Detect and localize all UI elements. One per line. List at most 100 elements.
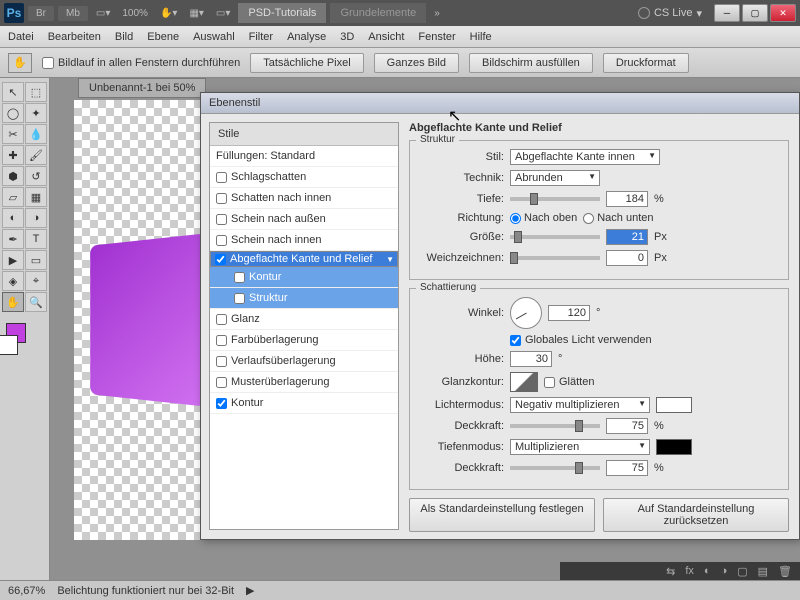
angle-dial[interactable] — [510, 297, 542, 329]
antialias-checkbox[interactable]: Glätten — [544, 376, 594, 388]
style-item[interactable]: Farbüberlagerung — [210, 330, 398, 351]
style-item[interactable]: Musterüberlagerung — [210, 372, 398, 393]
scroll-all-checkbox[interactable]: Bildlauf in allen Fenstern durchführen — [42, 57, 240, 69]
menu-ansicht[interactable]: Ansicht — [368, 31, 404, 43]
highlight-mode-select[interactable]: Negativ multiplizieren — [510, 397, 650, 413]
marquee-tool[interactable]: ⬚ — [25, 82, 47, 102]
wand-tool[interactable]: ✦ — [25, 103, 47, 123]
highlight-opacity-input[interactable]: 75 — [606, 418, 648, 434]
maximize-button[interactable]: ▢ — [742, 4, 768, 22]
adjust-icon[interactable]: ◑ — [721, 565, 728, 577]
menu-bild[interactable]: Bild — [115, 31, 133, 43]
type-tool[interactable]: T — [25, 229, 47, 249]
make-default-button[interactable]: Als Standardeinstellung festlegen — [409, 498, 595, 532]
menu-filter[interactable]: Filter — [249, 31, 273, 43]
menu-analyse[interactable]: Analyse — [287, 31, 326, 43]
fit-screen-button[interactable]: Ganzes Bild — [374, 53, 459, 73]
style-item[interactable]: Glanz — [210, 309, 398, 330]
direction-down-radio[interactable]: Nach unten — [583, 212, 653, 224]
technik-select[interactable]: Abrunden — [510, 170, 600, 186]
menu-ebene[interactable]: Ebene — [147, 31, 179, 43]
direction-up-radio[interactable]: Nach oben — [510, 212, 577, 224]
hand-icon[interactable]: ✋▾ — [156, 6, 181, 21]
arrange-icon[interactable]: ▦▾ — [185, 6, 207, 21]
actual-pixels-button[interactable]: Tatsächliche Pixel — [250, 53, 363, 73]
background-swatch[interactable] — [0, 335, 18, 355]
tiefe-slider[interactable] — [510, 197, 600, 201]
brush-tool[interactable]: 🖌 — [25, 145, 47, 165]
style-item[interactable]: Schein nach außen — [210, 209, 398, 230]
weich-input[interactable]: 0 — [606, 250, 648, 266]
menu-datei[interactable]: Datei — [8, 31, 34, 43]
trash-icon[interactable]: 🗑 — [778, 565, 792, 578]
folder-icon[interactable]: ▢ — [737, 565, 747, 578]
close-button[interactable]: ✕ — [770, 4, 796, 22]
minibridge-button[interactable]: Mb — [58, 6, 88, 21]
style-item[interactable]: Füllungen: Standard — [210, 146, 398, 167]
style-item[interactable]: Struktur — [210, 288, 398, 309]
weich-slider[interactable] — [510, 256, 600, 260]
eyedropper-tool[interactable]: 💧 — [25, 124, 47, 144]
lasso-tool[interactable]: ◯ — [2, 103, 24, 123]
menu-hilfe[interactable]: Hilfe — [470, 31, 492, 43]
style-item[interactable]: Abgeflachte Kante und Relief — [210, 251, 398, 267]
style-item[interactable]: Verlaufsüberlagerung — [210, 351, 398, 372]
workspace-tab-active[interactable]: PSD-Tutorials — [238, 3, 326, 23]
zoom-status[interactable]: 66,67% — [8, 585, 45, 597]
style-item[interactable]: Schein nach innen — [210, 230, 398, 251]
highlight-opacity-slider[interactable] — [510, 424, 600, 428]
tiefe-input[interactable]: 184 — [606, 191, 648, 207]
winkel-input[interactable]: 120 — [548, 305, 590, 321]
shadow-mode-select[interactable]: Multiplizieren — [510, 439, 650, 455]
menu-bearbeiten[interactable]: Bearbeiten — [48, 31, 101, 43]
groesse-input[interactable]: 21 — [606, 229, 648, 245]
menu-auswahl[interactable]: Auswahl — [193, 31, 235, 43]
style-item[interactable]: Kontur — [210, 393, 398, 414]
dodge-tool[interactable]: ◑ — [25, 208, 47, 228]
canvas[interactable] — [74, 100, 214, 540]
zoom-level[interactable]: 100% — [118, 6, 152, 21]
stamp-tool[interactable]: ⬢ — [2, 166, 24, 186]
shape-tool[interactable]: ▭ — [25, 250, 47, 270]
global-light-checkbox[interactable]: Globales Licht verwenden — [510, 334, 652, 346]
document-tab[interactable]: Unbenannt-1 bei 50% — [78, 78, 206, 98]
gloss-contour[interactable] — [510, 372, 538, 392]
workspace-tab[interactable]: Grundelemente — [330, 3, 426, 23]
screen-icon[interactable]: ▭▾ — [212, 6, 234, 21]
styles-header[interactable]: Stile — [210, 123, 398, 146]
tool-preset[interactable]: ✋ — [8, 53, 32, 73]
mask-icon[interactable]: ◐ — [704, 565, 711, 577]
menu-3d[interactable]: 3D — [340, 31, 354, 43]
link-icon[interactable]: ⇆ — [666, 565, 675, 578]
new-layer-icon[interactable]: ▤ — [758, 565, 768, 578]
history-brush-tool[interactable]: ↺ — [25, 166, 47, 186]
cs-live[interactable]: CS Live ▾ — [638, 7, 702, 20]
hand-tool[interactable]: ✋ — [2, 292, 24, 312]
pen-tool[interactable]: ✒ — [2, 229, 24, 249]
path-select-tool[interactable]: ▶ — [2, 250, 24, 270]
print-size-button[interactable]: Druckformat — [603, 53, 689, 73]
blur-tool[interactable]: ◐ — [2, 208, 24, 228]
hoehe-input[interactable]: 30 — [510, 351, 552, 367]
reset-default-button[interactable]: Auf Standardeinstellung zurücksetzen — [603, 498, 789, 532]
move-tool[interactable]: ↖ — [2, 82, 24, 102]
eraser-tool[interactable]: ▱ — [2, 187, 24, 207]
groesse-slider[interactable] — [510, 235, 600, 239]
crop-tool[interactable]: ✂ — [2, 124, 24, 144]
bridge-button[interactable]: Br — [28, 6, 54, 21]
zoom-tool[interactable]: 🔍 — [25, 292, 47, 312]
gradient-tool[interactable]: ▦ — [25, 187, 47, 207]
screenmode-icon[interactable]: ▭▾ — [92, 6, 114, 21]
camera-tool[interactable]: ⌖ — [25, 271, 47, 291]
style-item[interactable]: Schatten nach innen — [210, 188, 398, 209]
heal-tool[interactable]: ✚ — [2, 145, 24, 165]
highlight-color[interactable] — [656, 397, 692, 413]
more-workspaces-icon[interactable]: » — [430, 6, 444, 21]
shadow-color[interactable] — [656, 439, 692, 455]
style-item[interactable]: Schlagschatten — [210, 167, 398, 188]
style-item[interactable]: Kontur — [210, 267, 398, 288]
shadow-opacity-slider[interactable] — [510, 466, 600, 470]
fill-screen-button[interactable]: Bildschirm ausfüllen — [469, 53, 593, 73]
shadow-opacity-input[interactable]: 75 — [606, 460, 648, 476]
minimize-button[interactable]: ─ — [714, 4, 740, 22]
